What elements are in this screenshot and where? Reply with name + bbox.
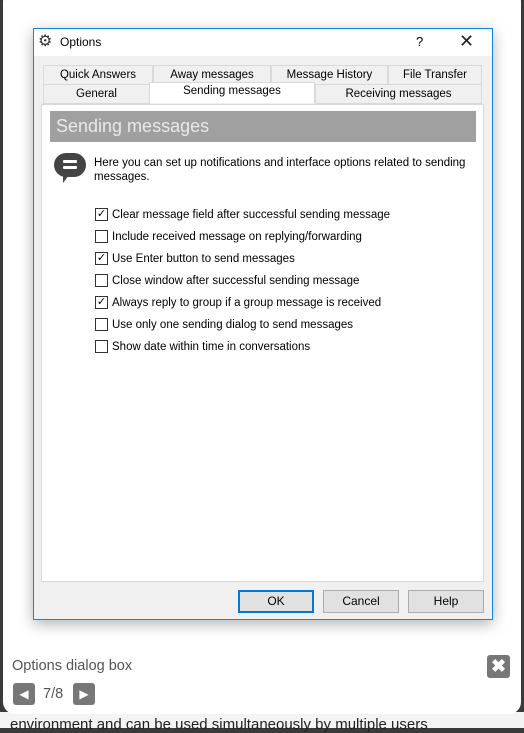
checkbox-checked[interactable]: ✓ <box>95 252 108 265</box>
option-label: Use only one sending dialog to send mess… <box>112 318 354 331</box>
options-dialog: ⚙ Options ? ✕ Quick Answers Away message… <box>33 28 493 620</box>
option-checkbox-row[interactable]: ✓ Clear message field after successful se… <box>95 208 390 221</box>
option-checkbox-row[interactable]: ✓ Use Enter button to send messages <box>95 252 295 265</box>
tab-quick-answers[interactable]: Quick Answers <box>43 65 153 85</box>
ok-button[interactable]: OK <box>238 590 314 613</box>
option-label: Show date within time in conversations <box>112 340 311 353</box>
option-checkbox-row[interactable]: Show date within time in conversations <box>95 340 310 353</box>
option-label: Always reply to group if a group message… <box>112 296 382 309</box>
image-counter: 7/8 <box>43 686 64 702</box>
option-label: Use Enter button to send messages <box>112 252 295 265</box>
description: Here you can set up notifications and in… <box>94 157 466 183</box>
prev-button[interactable]: ◀ <box>13 683 35 705</box>
tab-file-transfer[interactable]: File Transfer <box>388 65 482 85</box>
lightbox: ⚙ Options ? ✕ Quick Answers Away message… <box>3 0 521 714</box>
option-checkbox-row[interactable]: Use only one sending dialog to send mess… <box>95 318 353 331</box>
next-button[interactable]: ▶ <box>73 683 95 705</box>
option-label: Include received message on replying/for… <box>112 230 362 243</box>
option-checkbox-row[interactable]: Include received message on replying/for… <box>95 230 362 243</box>
option-label: Close window after successful sending me… <box>112 274 360 287</box>
dialog-title: Options <box>60 35 102 49</box>
help-title-button[interactable]: ? <box>416 34 423 49</box>
section-header: Sending messages <box>50 111 476 142</box>
help-button[interactable]: Help <box>408 590 484 613</box>
chat-bubble-tail <box>63 175 69 183</box>
checkbox-unchecked[interactable] <box>95 340 108 353</box>
option-checkbox-row[interactable]: Close window after successful sending me… <box>95 274 359 287</box>
checkbox-unchecked[interactable] <box>95 230 108 243</box>
checkbox-checked[interactable]: ✓ <box>95 208 108 221</box>
tab-receiving-messages[interactable]: Receiving messages <box>315 84 482 104</box>
cancel-button[interactable]: Cancel <box>323 590 399 613</box>
title-bar: ⚙ Options ? ✕ <box>34 29 492 56</box>
lightbox-caption: Options dialog box <box>12 658 133 674</box>
tab-sending-messages[interactable]: Sending messages <box>149 82 315 103</box>
checkbox-unchecked[interactable] <box>95 274 108 287</box>
background-page: environment and can be used simultaneous… <box>0 712 524 733</box>
gear-icon: ⚙ <box>38 33 53 50</box>
lightbox-close-button[interactable]: ✖ <box>487 655 510 678</box>
chat-bubble-icon <box>54 153 86 177</box>
checkbox-checked[interactable]: ✓ <box>95 296 108 309</box>
tab-general[interactable]: General <box>43 84 150 104</box>
background-text: environment and can be used simultaneous… <box>10 716 428 733</box>
option-checkbox-row[interactable]: ✓ Always reply to group if a group messag… <box>95 296 381 309</box>
option-label: Clear message field after successful sen… <box>112 208 391 221</box>
checkbox-unchecked[interactable] <box>95 318 108 331</box>
tab-panel: Sending messages Here you can set up not… <box>41 104 484 582</box>
close-dialog-button[interactable]: ✕ <box>459 31 474 52</box>
